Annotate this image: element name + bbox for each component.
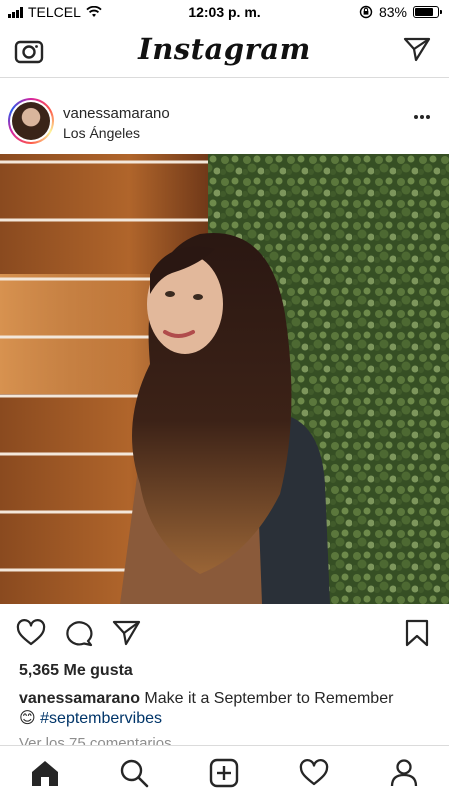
comment-icon[interactable] xyxy=(64,619,94,647)
profile-icon[interactable] xyxy=(389,758,419,788)
battery-icon xyxy=(413,6,442,18)
add-post-icon[interactable] xyxy=(209,758,239,788)
likes-count[interactable]: 5,365 Me gusta xyxy=(19,662,133,680)
more-options-icon[interactable] xyxy=(413,114,431,120)
activity-heart-icon[interactable] xyxy=(299,758,329,788)
status-right: 83% xyxy=(359,4,442,20)
home-icon[interactable] xyxy=(30,758,60,788)
battery-percent: 83% xyxy=(378,4,407,20)
caption-username[interactable]: vanessamarano xyxy=(19,690,140,707)
instagram-logo[interactable]: Instagram xyxy=(0,32,449,66)
status-bar: TELCEL 12:03 p. m. 83% xyxy=(0,0,449,24)
caption-text: Make it a September to Remember xyxy=(144,690,394,707)
app-header: Instagram xyxy=(0,24,449,78)
search-icon[interactable] xyxy=(119,758,149,788)
rotation-lock-icon xyxy=(359,5,373,19)
direct-message-icon[interactable] xyxy=(403,36,431,62)
post-header: vanessamarano Los Ángeles xyxy=(0,84,449,154)
post-caption: vanessamarano Make it a September to Rem… xyxy=(19,689,439,729)
heart-icon[interactable] xyxy=(16,619,46,647)
post-location[interactable]: Los Ángeles xyxy=(63,125,140,141)
post-photo[interactable] xyxy=(0,154,449,604)
battery-level xyxy=(415,8,434,16)
avatar[interactable] xyxy=(8,98,54,144)
post-actions xyxy=(0,604,449,660)
bookmark-icon[interactable] xyxy=(404,619,430,647)
bottom-navigation xyxy=(0,745,449,800)
post-username[interactable]: vanessamarano xyxy=(63,105,170,122)
caption-emoji: 😊 xyxy=(19,710,36,727)
hashtag-link[interactable]: #septembervibes xyxy=(40,710,162,727)
share-icon[interactable] xyxy=(112,619,142,647)
